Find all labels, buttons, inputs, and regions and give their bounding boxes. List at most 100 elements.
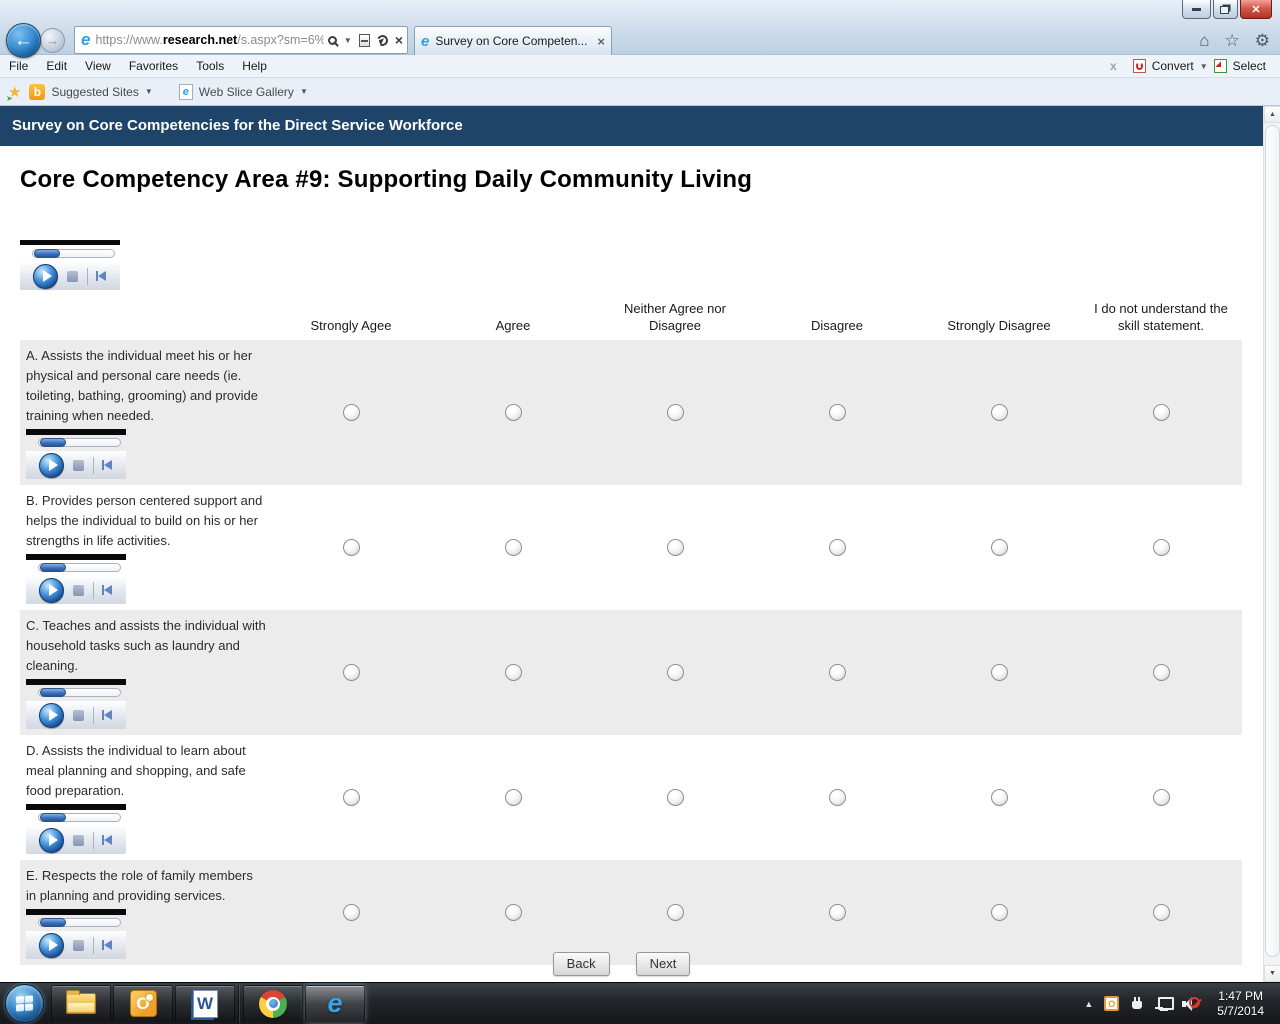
suggested-sites-link[interactable]: Suggested Sites	[51, 85, 138, 99]
player-seek-slider[interactable]	[38, 563, 121, 572]
skip-back-button[interactable]	[102, 710, 112, 720]
radio-option[interactable]	[991, 664, 1008, 681]
radio-option[interactable]	[343, 664, 360, 681]
back-button[interactable]: Back	[553, 952, 610, 976]
minimize-button[interactable]	[1182, 0, 1211, 19]
radio-option[interactable]	[991, 539, 1008, 556]
player-seek-knob[interactable]	[40, 918, 66, 927]
player-seek-slider[interactable]	[32, 249, 115, 258]
skip-back-button[interactable]	[102, 940, 112, 950]
outlook-tray-icon[interactable]: O	[1104, 996, 1119, 1011]
menu-edit[interactable]: Edit	[37, 59, 76, 73]
skip-back-button[interactable]	[96, 271, 106, 281]
radio-option[interactable]	[667, 664, 684, 681]
radio-option[interactable]	[1153, 404, 1170, 421]
player-seek-slider[interactable]	[38, 688, 121, 697]
player-seek-slider[interactable]	[38, 813, 121, 822]
stop-button[interactable]	[73, 585, 84, 596]
suggested-sites-dropdown-icon[interactable]: ▼	[145, 87, 153, 96]
play-button[interactable]	[33, 264, 58, 289]
play-button[interactable]	[39, 453, 64, 478]
favorites-star-icon[interactable]: ☆	[1225, 31, 1240, 51]
radio-option[interactable]	[343, 904, 360, 921]
compatibility-view-icon[interactable]	[359, 34, 370, 47]
restore-button[interactable]	[1213, 0, 1238, 19]
skip-back-button[interactable]	[102, 835, 112, 845]
menu-view[interactable]: View	[76, 59, 120, 73]
home-icon[interactable]: ⌂	[1199, 31, 1209, 51]
network-icon[interactable]	[1155, 997, 1171, 1011]
start-button[interactable]	[5, 984, 44, 1023]
radio-option[interactable]	[667, 539, 684, 556]
volume-muted-icon[interactable]	[1182, 996, 1200, 1012]
menu-favorites[interactable]: Favorites	[120, 59, 187, 73]
convert-button[interactable]: Convert	[1152, 59, 1194, 73]
scrollbar-thumb[interactable]	[1265, 125, 1280, 957]
radio-option[interactable]	[1153, 789, 1170, 806]
skip-back-button[interactable]	[102, 585, 112, 595]
scroll-up-icon[interactable]: ▲	[1264, 106, 1280, 123]
radio-option[interactable]	[667, 404, 684, 421]
radio-option[interactable]	[505, 404, 522, 421]
player-seek-knob[interactable]	[40, 438, 66, 447]
radio-option[interactable]	[343, 404, 360, 421]
play-button[interactable]	[39, 828, 64, 853]
add-favorite-icon[interactable]: ★	[8, 83, 21, 101]
radio-option[interactable]	[1153, 539, 1170, 556]
show-hidden-icons[interactable]: ▲	[1084, 999, 1093, 1009]
radio-option[interactable]	[667, 904, 684, 921]
player-seek-slider[interactable]	[38, 918, 121, 927]
forward-nav-button[interactable]: →	[40, 28, 65, 53]
skip-back-button[interactable]	[102, 460, 112, 470]
menu-tools[interactable]: Tools	[187, 59, 233, 73]
radio-option[interactable]	[343, 539, 360, 556]
taskbar-outlook-button[interactable]: O	[113, 985, 173, 1023]
taskbar-word-button[interactable]: W	[175, 985, 235, 1023]
radio-option[interactable]	[343, 789, 360, 806]
search-icon[interactable]	[328, 36, 337, 45]
taskbar-explorer-button[interactable]	[51, 985, 111, 1023]
radio-option[interactable]	[505, 539, 522, 556]
scroll-down-icon[interactable]: ▼	[1264, 965, 1280, 982]
radio-option[interactable]	[991, 904, 1008, 921]
menu-file[interactable]: File	[0, 59, 37, 73]
power-icon[interactable]	[1130, 996, 1144, 1012]
radio-option[interactable]	[1153, 664, 1170, 681]
close-button[interactable]: ✕	[1240, 0, 1272, 19]
radio-option[interactable]	[667, 789, 684, 806]
search-dropdown-icon[interactable]: ▼	[344, 36, 352, 45]
next-button[interactable]: Next	[636, 952, 691, 976]
browser-tab[interactable]: e Survey on Core Competen... ×	[414, 26, 612, 55]
player-seek-knob[interactable]	[40, 813, 66, 822]
web-slice-gallery-link[interactable]: Web Slice Gallery	[199, 85, 294, 99]
stop-button[interactable]	[73, 835, 84, 846]
stop-button[interactable]	[73, 710, 84, 721]
radio-option[interactable]	[991, 404, 1008, 421]
play-button[interactable]	[39, 578, 64, 603]
radio-option[interactable]	[829, 904, 846, 921]
radio-option[interactable]	[829, 404, 846, 421]
select-button[interactable]: Select	[1233, 59, 1266, 73]
radio-option[interactable]	[505, 904, 522, 921]
radio-option[interactable]	[991, 789, 1008, 806]
settings-gear-icon[interactable]: ⚙	[1255, 31, 1270, 51]
radio-option[interactable]	[829, 664, 846, 681]
play-button[interactable]	[39, 703, 64, 728]
back-nav-button[interactable]: ←	[6, 23, 41, 58]
address-bar[interactable]: e https://www.research.net/s.aspx?sm=6%2…	[74, 26, 408, 54]
tab-close-icon[interactable]: ×	[597, 34, 605, 49]
stop-button[interactable]	[73, 940, 84, 951]
stop-icon[interactable]: ×	[395, 33, 403, 47]
web-slice-dropdown-icon[interactable]: ▼	[300, 87, 308, 96]
taskbar-chrome-button[interactable]	[243, 985, 303, 1023]
stop-button[interactable]	[67, 271, 78, 282]
stop-button[interactable]	[73, 460, 84, 471]
player-seek-knob[interactable]	[34, 249, 60, 258]
radio-option[interactable]	[1153, 904, 1170, 921]
player-seek-slider[interactable]	[38, 438, 121, 447]
url-text[interactable]: https://www.research.net/s.aspx?sm=6%2b	[95, 33, 323, 47]
player-seek-knob[interactable]	[40, 563, 66, 572]
player-seek-knob[interactable]	[40, 688, 66, 697]
radio-option[interactable]	[829, 539, 846, 556]
radio-option[interactable]	[505, 789, 522, 806]
